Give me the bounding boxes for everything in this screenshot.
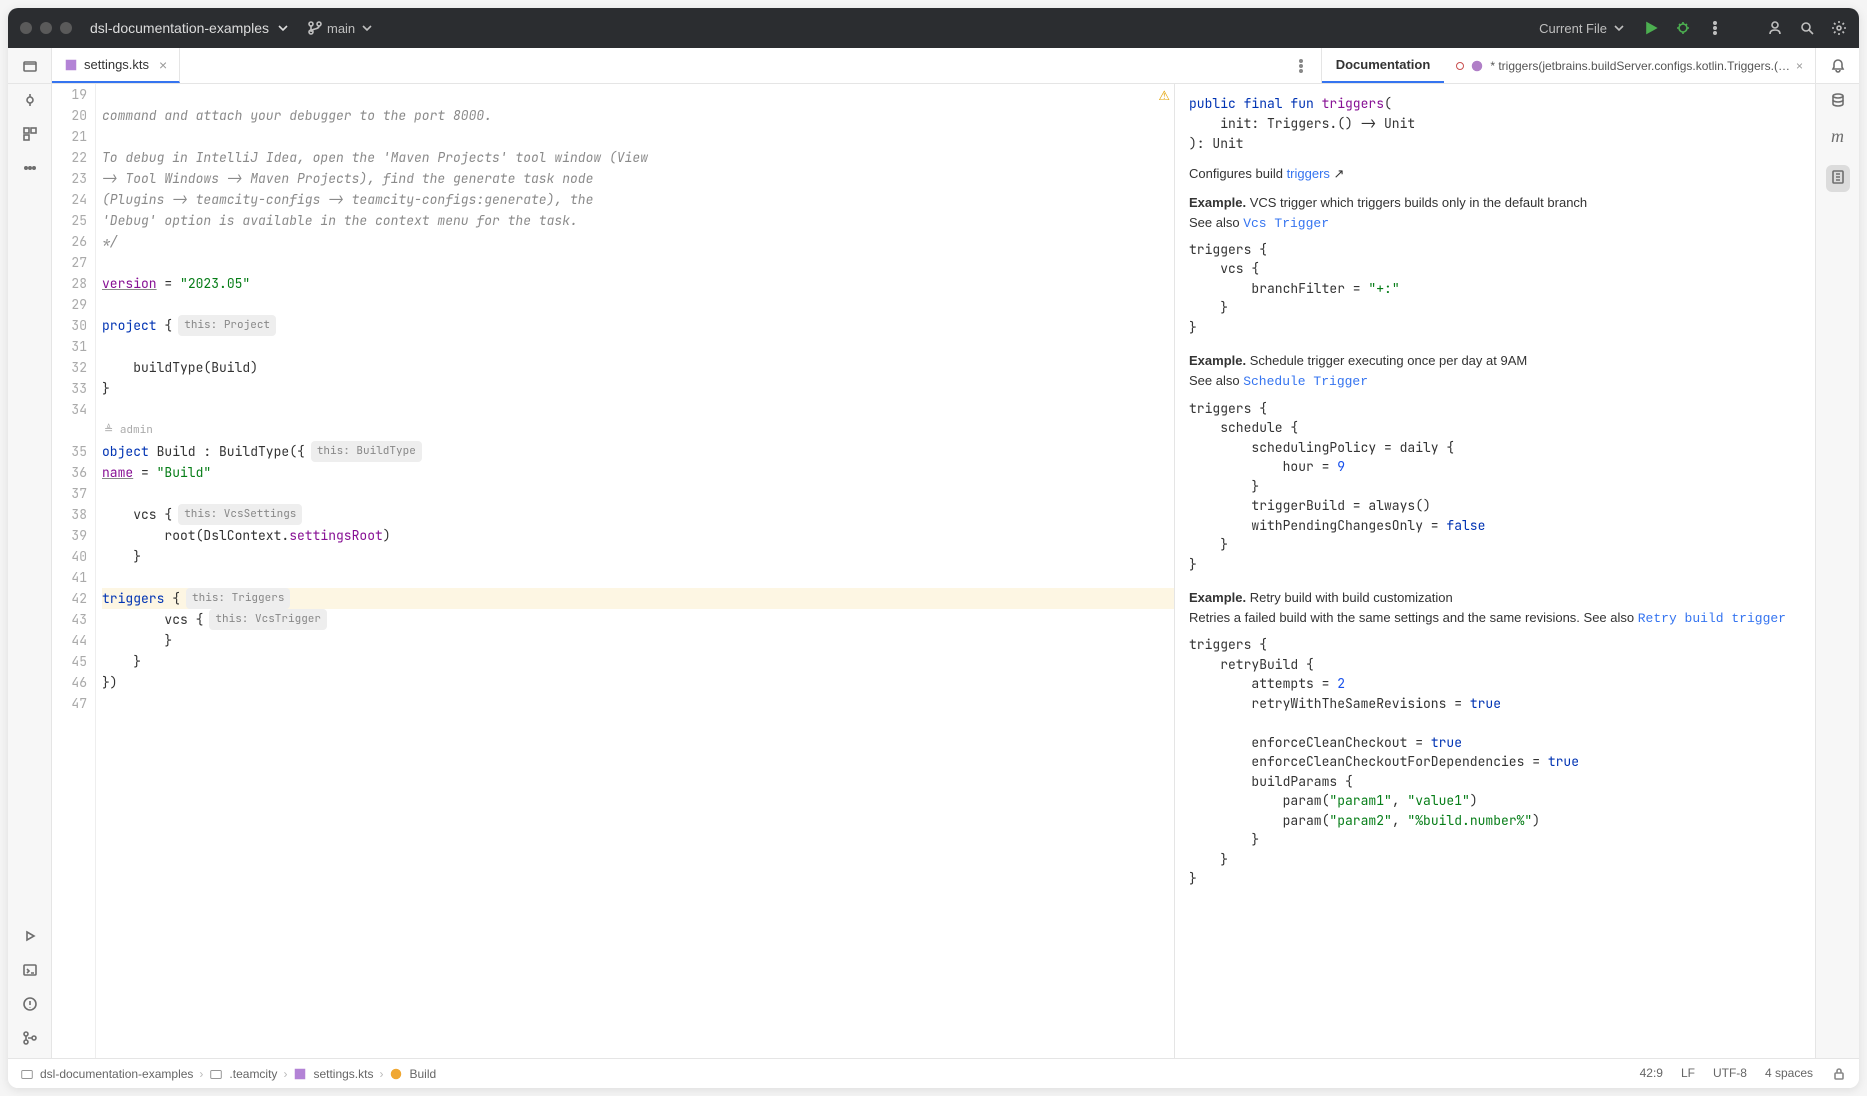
documentation-tool-icon[interactable] [1830, 169, 1846, 185]
kotlin-file-icon [64, 58, 78, 72]
statusbar: dsl-documentation-examples › .teamcity ›… [8, 1058, 1859, 1088]
chevron-down-icon [1611, 20, 1627, 36]
indent-setting[interactable]: 4 spaces [1765, 1066, 1813, 1082]
more-icon[interactable] [1707, 20, 1723, 36]
function-icon [1470, 59, 1484, 73]
breadcrumb-item[interactable]: .teamcity [229, 1067, 277, 1081]
lock-icon[interactable] [1831, 1066, 1847, 1082]
schedule-trigger-link[interactable]: Schedule Trigger [1243, 374, 1368, 389]
chevron-right-icon: › [199, 1067, 203, 1081]
project-tool-icon[interactable] [22, 58, 38, 74]
documentation-pane: public final fun triggers( init: Trigger… [1175, 84, 1815, 1058]
file-encoding[interactable]: UTF-8 [1713, 1066, 1747, 1082]
doc-description: Configures build triggers ↗ [1189, 164, 1801, 184]
tab-label: settings.kts [84, 57, 149, 72]
editor-tabs-menu[interactable] [1281, 48, 1321, 83]
git-tool-icon[interactable] [22, 1030, 38, 1046]
example-1: Example. VCS trigger which triggers buil… [1189, 193, 1801, 213]
chevron-down-icon [359, 20, 375, 36]
settings-icon[interactable] [1831, 20, 1847, 36]
breadcrumb[interactable]: dsl-documentation-examples › .teamcity ›… [20, 1067, 436, 1081]
titlebar: dsl-documentation-examples main Current … [8, 8, 1859, 48]
documentation-tab[interactable]: Documentation [1322, 48, 1445, 83]
signature-block: public final fun triggers( init: Trigger… [1189, 94, 1801, 154]
minimize-window-icon[interactable] [40, 22, 52, 34]
close-tab-icon[interactable]: × [1796, 59, 1803, 73]
editor-tab-settings-kts[interactable]: settings.kts × [52, 48, 180, 83]
folder-icon [209, 1067, 223, 1081]
line-number-gutter: 1920212223242526272829303132333435363738… [52, 84, 96, 1058]
branch-name-label: main [327, 21, 355, 36]
run-config-selector[interactable]: Current File [1539, 20, 1627, 36]
code-example-3: triggers { retryBuild { attempts = 2 ret… [1189, 635, 1801, 889]
doc-subtab-label: * triggers(jetbrains.buildServer.configs… [1490, 59, 1790, 73]
documentation-tab-label: Documentation [1336, 57, 1431, 72]
terminal-tool-icon[interactable] [22, 962, 38, 978]
maximize-window-icon[interactable] [60, 22, 72, 34]
debug-icon[interactable] [1675, 20, 1691, 36]
class-icon [389, 1067, 403, 1081]
chevron-down-icon [275, 20, 291, 36]
more-icon [1293, 58, 1309, 74]
kotlin-file-icon [293, 1067, 307, 1081]
services-tool-icon[interactable] [22, 928, 38, 944]
documentation-subtab[interactable]: * triggers(jetbrains.buildServer.configs… [1444, 48, 1815, 83]
breadcrumb-item[interactable]: Build [409, 1067, 436, 1081]
example-3-desc: Retries a failed build with the same set… [1189, 608, 1801, 629]
problems-tool-icon[interactable] [22, 996, 38, 1012]
project-name-label: dsl-documentation-examples [90, 20, 269, 36]
database-tool-icon[interactable] [1830, 92, 1846, 108]
chevron-right-icon: › [283, 1067, 287, 1081]
search-icon[interactable] [1799, 20, 1815, 36]
code-with-me-icon[interactable] [1767, 20, 1783, 36]
left-toolbar [8, 84, 52, 1058]
code-example-1: triggers { vcs { branchFilter = "+:" } } [1189, 240, 1801, 338]
retry-build-trigger-link[interactable]: Retry build trigger [1638, 611, 1786, 626]
modified-indicator-icon [1456, 62, 1464, 70]
chevron-right-icon: › [379, 1067, 383, 1081]
triggers-link[interactable]: triggers [1287, 166, 1330, 181]
commit-tool-icon[interactable] [22, 92, 38, 108]
cursor-position[interactable]: 42:9 [1640, 1066, 1663, 1082]
see-also-1: See also Vcs Trigger [1189, 213, 1801, 234]
branch-selector[interactable]: main [307, 20, 375, 36]
code-area[interactable]: command and attach your debugger to the … [96, 84, 1174, 1058]
maven-tool-icon[interactable]: m [1831, 126, 1844, 147]
project-selector[interactable]: dsl-documentation-examples [90, 20, 291, 36]
right-toolbar: m [1815, 84, 1859, 1058]
branch-icon [307, 20, 323, 36]
folder-icon [20, 1067, 34, 1081]
structure-tool-icon[interactable] [22, 126, 38, 142]
more-tools-icon[interactable] [22, 160, 38, 176]
current-file-label: Current File [1539, 21, 1607, 36]
breadcrumb-item[interactable]: settings.kts [313, 1067, 373, 1081]
close-tab-icon[interactable]: × [159, 57, 167, 73]
example-3: Example. Retry build with build customiz… [1189, 588, 1801, 608]
see-also-2: See also Schedule Trigger [1189, 371, 1801, 392]
editor-pane[interactable]: ⚠ 19202122232425262728293031323334353637… [52, 84, 1175, 1058]
close-window-icon[interactable] [20, 22, 32, 34]
breadcrumb-item[interactable]: dsl-documentation-examples [40, 1067, 193, 1081]
run-icon[interactable] [1643, 20, 1659, 36]
notifications-icon[interactable] [1830, 58, 1846, 74]
example-2: Example. Schedule trigger executing once… [1189, 351, 1801, 371]
line-separator[interactable]: LF [1681, 1066, 1695, 1082]
vcs-trigger-link[interactable]: Vcs Trigger [1243, 216, 1329, 231]
code-example-2: triggers { schedule { schedulingPolicy =… [1189, 399, 1801, 575]
window-controls[interactable] [20, 22, 72, 34]
